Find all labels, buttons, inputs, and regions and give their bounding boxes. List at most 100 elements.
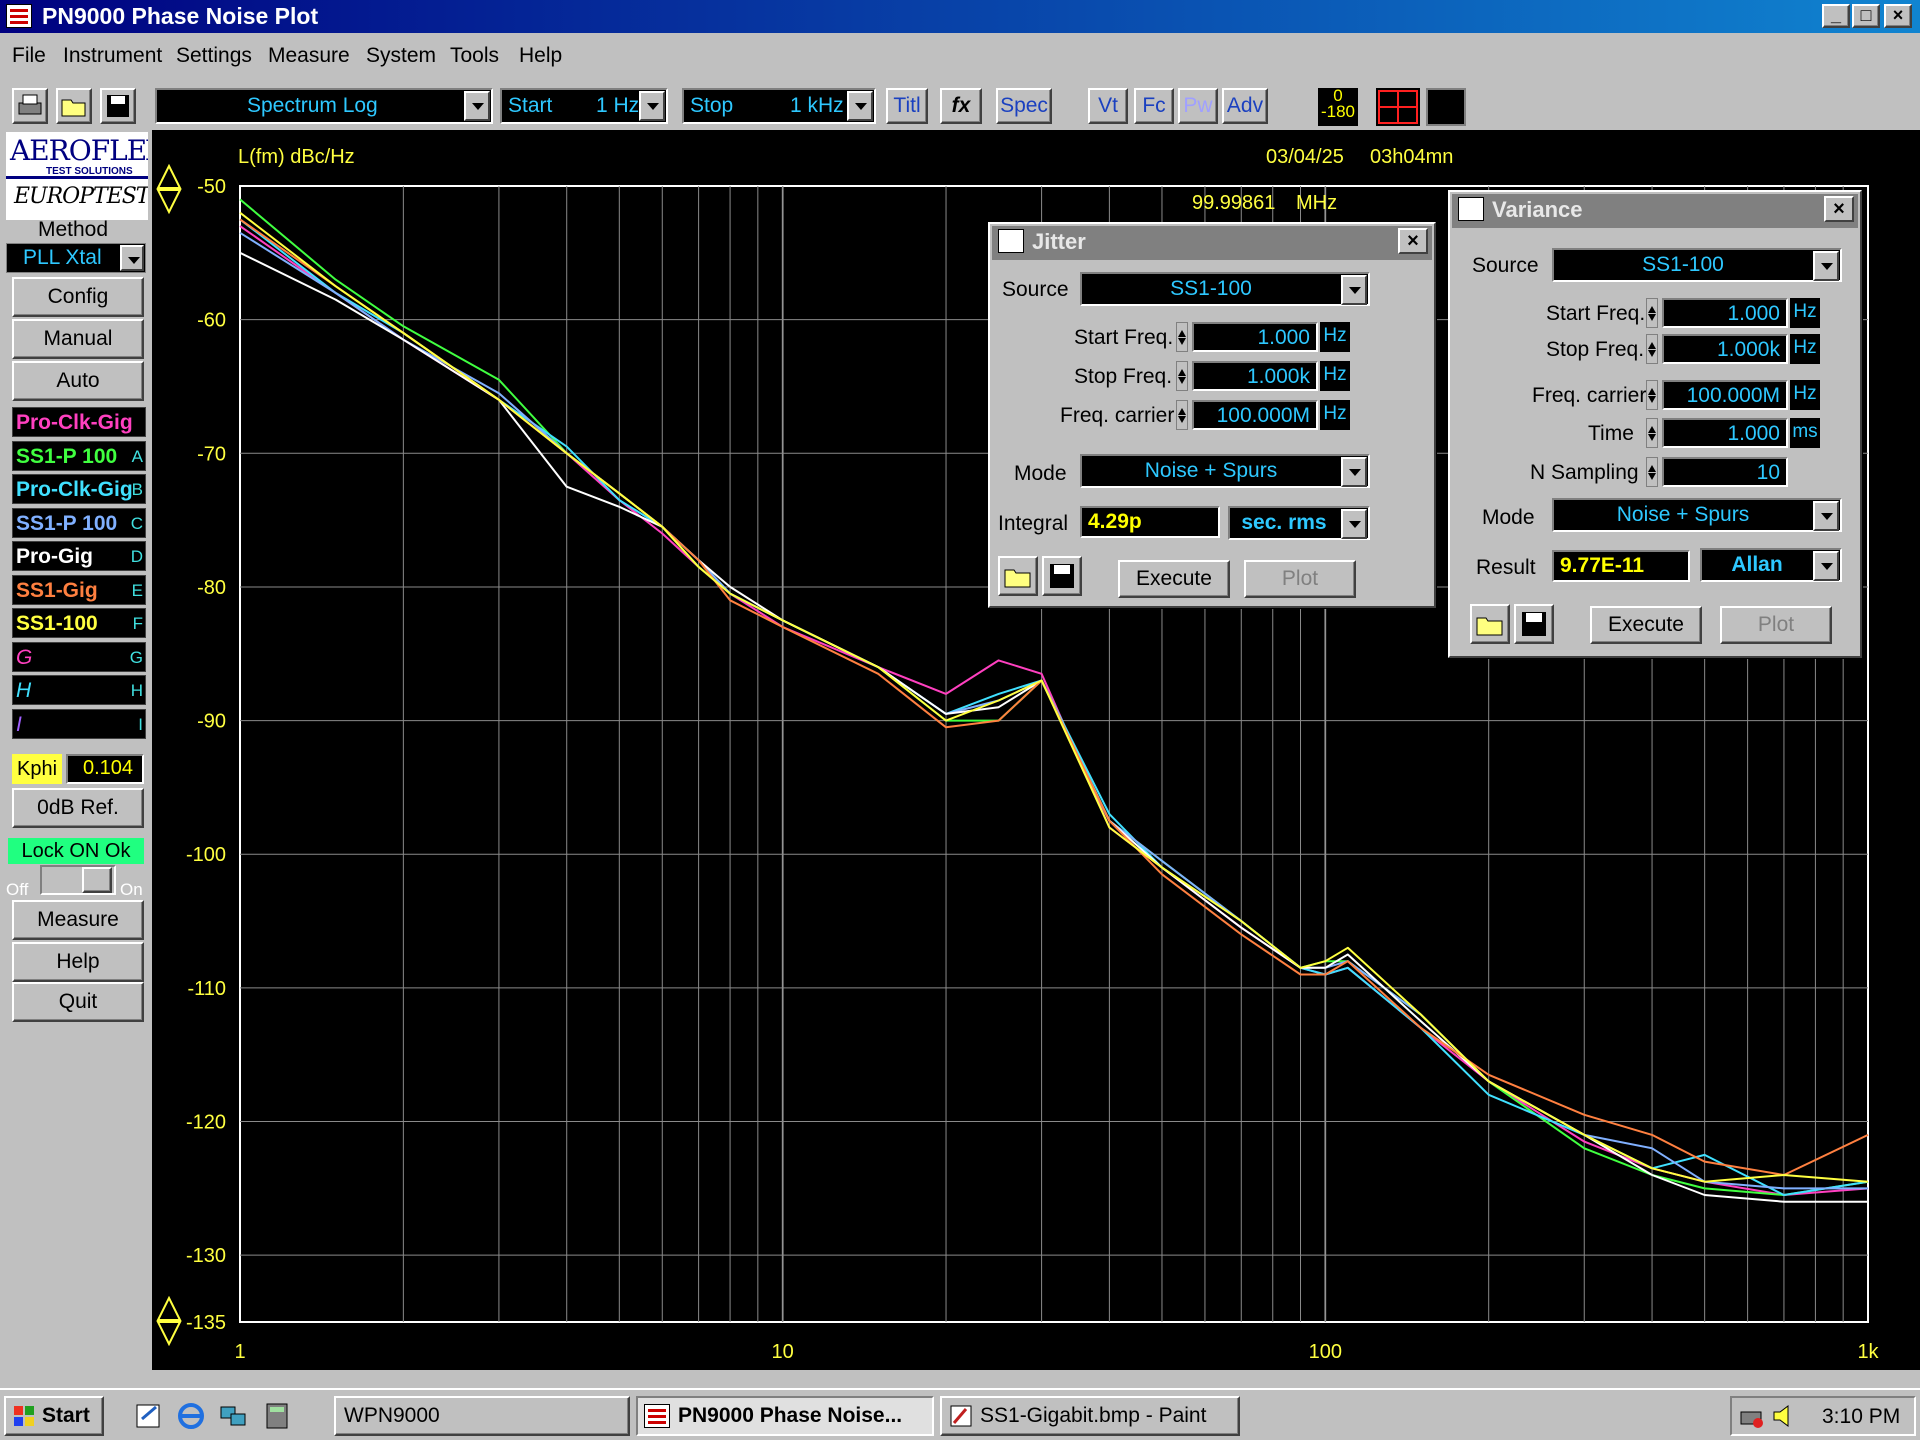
- quick-launch-edit-icon[interactable]: [134, 1401, 164, 1431]
- menu-file[interactable]: File: [12, 44, 46, 68]
- trace-item[interactable]: GG: [12, 641, 146, 672]
- jitter-start-spinner[interactable]: [1176, 322, 1188, 352]
- variance-execute-button[interactable]: Execute: [1590, 606, 1702, 644]
- jitter-plot-button[interactable]: Plot: [1244, 560, 1356, 598]
- jitter-unit-select[interactable]: sec. rms: [1228, 506, 1370, 540]
- chevron-down-icon[interactable]: [1341, 509, 1367, 539]
- calculator-icon[interactable]: [262, 1401, 292, 1431]
- close-button[interactable]: ×: [1884, 4, 1912, 28]
- pw-button[interactable]: Pw: [1178, 88, 1218, 124]
- variance-start-spinner[interactable]: [1646, 298, 1658, 328]
- trace-item[interactable]: Pro-Clk-Gig B: [12, 474, 146, 504]
- help-button[interactable]: Help: [12, 942, 144, 982]
- trace-item[interactable]: Pro-Clk-Gig: [12, 407, 146, 437]
- menu-tools[interactable]: Tools: [450, 44, 499, 68]
- variance-plot-button[interactable]: Plot: [1720, 606, 1832, 644]
- menu-instrument[interactable]: Instrument: [63, 44, 162, 68]
- jitter-carrier-input[interactable]: 100.000M: [1192, 400, 1318, 430]
- quit-button[interactable]: Quit: [12, 982, 144, 1022]
- jitter-carrier-spinner[interactable]: [1176, 400, 1188, 430]
- variance-stop-input[interactable]: 1.000k: [1662, 334, 1788, 364]
- measure-button[interactable]: Measure: [12, 900, 144, 940]
- function-button[interactable]: fx: [940, 88, 982, 124]
- fc-button[interactable]: Fc: [1134, 88, 1174, 124]
- variance-carrier-input[interactable]: 100.000M: [1662, 380, 1788, 410]
- chevron-down-icon[interactable]: [1341, 275, 1367, 305]
- marker-button[interactable]: [1376, 88, 1420, 126]
- trace-item[interactable]: Pro-Gig D: [12, 541, 146, 571]
- variance-nsamp-input[interactable]: 10: [1662, 457, 1788, 487]
- variance-time-spinner[interactable]: [1646, 418, 1658, 448]
- trace-item[interactable]: SS1-Gig E: [12, 574, 146, 605]
- start-dropdown[interactable]: Start 1 Hz: [500, 88, 668, 124]
- chevron-down-icon[interactable]: [464, 91, 490, 121]
- speaker-icon[interactable]: [1770, 1402, 1798, 1430]
- menu-system[interactable]: System: [366, 44, 436, 68]
- lock-toggle[interactable]: [40, 865, 116, 895]
- jitter-execute-button[interactable]: Execute: [1118, 560, 1230, 598]
- toggle-knob[interactable]: [82, 867, 112, 893]
- jitter-title-bar[interactable]: Jitter: [992, 226, 1432, 260]
- jitter-stop-input[interactable]: 1.000k: [1192, 361, 1318, 391]
- print-button[interactable]: [12, 88, 48, 124]
- trace-item[interactable]: SS1-P 100 C: [12, 507, 146, 538]
- minimize-button[interactable]: _: [1822, 4, 1850, 28]
- variance-type-select[interactable]: Allan: [1700, 548, 1842, 582]
- maximize-button[interactable]: □: [1852, 4, 1880, 28]
- phase-range[interactable]: 0 -180: [1318, 87, 1358, 126]
- start-button[interactable]: Start: [4, 1396, 104, 1436]
- trace-item[interactable]: SS1-100 F: [12, 608, 146, 638]
- variance-time-input[interactable]: 1.000: [1662, 418, 1788, 448]
- jitter-stop-spinner[interactable]: [1176, 361, 1188, 391]
- chevron-down-icon[interactable]: [1813, 251, 1839, 281]
- jitter-window[interactable]: Jitter × Source SS1-100 Start Freq. 1.00…: [988, 222, 1436, 608]
- spec-button[interactable]: Spec: [996, 88, 1052, 124]
- variance-save-button[interactable]: [1514, 604, 1554, 644]
- jitter-start-input[interactable]: 1.000: [1192, 322, 1318, 352]
- jitter-save-button[interactable]: [1042, 556, 1082, 596]
- y-scroll-top-icon[interactable]: [156, 164, 182, 214]
- task-wpn9000[interactable]: WPN9000: [334, 1396, 630, 1436]
- task-paint[interactable]: SS1-Gigabit.bmp - Paint: [940, 1396, 1240, 1436]
- menu-settings[interactable]: Settings: [176, 44, 252, 68]
- method-dropdown[interactable]: PLL Xtal: [6, 243, 146, 273]
- jitter-mode-select[interactable]: Noise + Spurs: [1080, 454, 1370, 488]
- chevron-down-icon[interactable]: [1813, 501, 1839, 531]
- trace-item[interactable]: II: [12, 708, 146, 739]
- jitter-close-button[interactable]: ×: [1398, 228, 1428, 254]
- title-button[interactable]: Titl: [886, 88, 928, 124]
- task-pn9000-plot[interactable]: PN9000 Phase Noise...: [636, 1396, 934, 1436]
- mode-dropdown[interactable]: Spectrum Log: [155, 88, 493, 124]
- vt-button[interactable]: Vt: [1088, 88, 1128, 124]
- app-icon[interactable]: [6, 4, 32, 28]
- jitter-source-select[interactable]: SS1-100: [1080, 272, 1370, 306]
- adv-button[interactable]: Adv: [1222, 88, 1268, 124]
- variance-carrier-spinner[interactable]: [1646, 380, 1658, 410]
- variance-title-bar[interactable]: Variance: [1452, 194, 1858, 228]
- jitter-open-button[interactable]: [998, 556, 1038, 596]
- color-swatch[interactable]: [1426, 88, 1466, 126]
- menu-measure[interactable]: Measure: [268, 44, 350, 68]
- variance-open-button[interactable]: [1470, 604, 1510, 644]
- trace-item[interactable]: SS1-P 100 A: [12, 440, 146, 471]
- odb-ref-button[interactable]: 0dB Ref.: [12, 788, 144, 828]
- auto-button[interactable]: Auto: [12, 361, 144, 401]
- variance-start-input[interactable]: 1.000: [1662, 298, 1788, 328]
- kphi-value[interactable]: 0.104: [66, 754, 144, 784]
- printer-status-icon[interactable]: [1738, 1402, 1766, 1430]
- quick-launch-network-icon[interactable]: [218, 1401, 248, 1431]
- chevron-down-icon[interactable]: [639, 91, 665, 121]
- chevron-down-icon[interactable]: [120, 245, 144, 271]
- open-button[interactable]: [56, 88, 92, 124]
- trace-item[interactable]: HH: [12, 675, 146, 705]
- chevron-down-icon[interactable]: [847, 91, 873, 121]
- menu-help[interactable]: Help: [519, 44, 562, 68]
- variance-nsamp-spinner[interactable]: [1646, 457, 1658, 487]
- chevron-down-icon[interactable]: [1813, 551, 1839, 581]
- config-button[interactable]: Config: [12, 277, 144, 317]
- variance-close-button[interactable]: ×: [1824, 196, 1854, 222]
- chevron-down-icon[interactable]: [1341, 457, 1367, 487]
- variance-mode-select[interactable]: Noise + Spurs: [1552, 498, 1842, 532]
- internet-explorer-icon[interactable]: [176, 1401, 206, 1431]
- y-scroll-bottom-icon[interactable]: [156, 1296, 182, 1346]
